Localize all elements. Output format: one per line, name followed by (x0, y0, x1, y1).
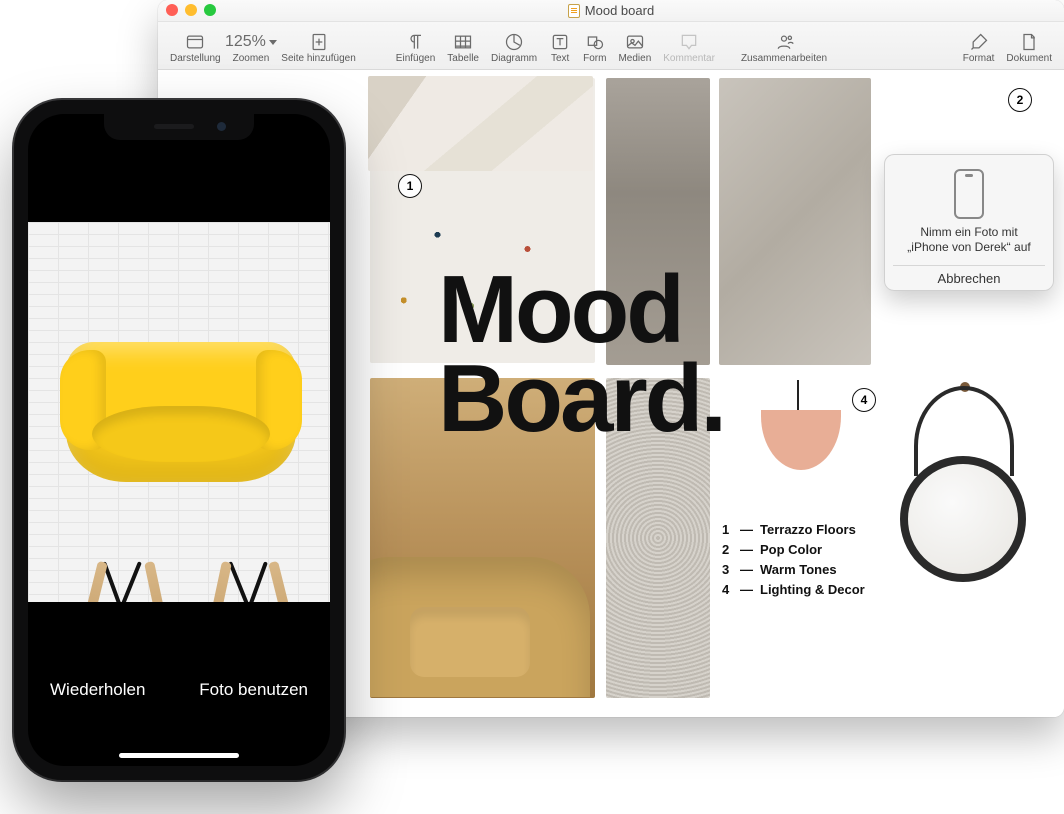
insert-button[interactable]: Einfügen (390, 29, 441, 67)
view-icon (184, 31, 206, 53)
marker-4[interactable]: 4 (852, 388, 876, 412)
add-page-icon (308, 31, 330, 53)
continuity-camera-popover: Nimm ein Foto mit „iPhone von Derek“ auf… (884, 154, 1054, 291)
traffic-lights (166, 4, 216, 16)
comment-button: Kommentar (657, 29, 721, 67)
window-title-text: Mood board (585, 3, 654, 18)
illustration-pendant-lamp (733, 380, 863, 510)
document-heading[interactable]: Mood Board. (438, 265, 724, 444)
iphone-notch (104, 114, 254, 140)
legend-row: 1—Terrazzo Floors (722, 520, 865, 540)
home-indicator[interactable] (119, 753, 239, 758)
format-button[interactable]: Format (957, 29, 1001, 67)
retake-button[interactable]: Wiederholen (50, 680, 145, 700)
photo-sofa[interactable] (370, 497, 595, 697)
heading-line-2: Board. (438, 354, 724, 443)
photo-marble-slab[interactable] (368, 76, 593, 171)
window-title: Mood board (568, 3, 654, 18)
photo-concrete-light[interactable] (719, 78, 871, 365)
camera-preview[interactable] (28, 222, 330, 602)
text-icon (549, 31, 571, 53)
photo-yellow-chair (48, 292, 318, 602)
brush-icon (968, 31, 990, 53)
document-file-icon (568, 4, 580, 18)
add-page-button[interactable]: Seite hinzufügen (275, 29, 362, 67)
popover-message: Nimm ein Foto mit „iPhone von Derek“ auf (893, 225, 1045, 255)
camera-bottom-bar: Wiederholen Foto benutzen (28, 606, 330, 766)
minimize-icon[interactable] (185, 4, 197, 16)
comment-icon (678, 31, 700, 53)
table-button[interactable]: Tabelle (441, 29, 485, 67)
media-icon (624, 31, 646, 53)
document-button[interactable]: Dokument (1000, 29, 1058, 67)
toolbar: Darstellung 125% Zoomen Seite hinzufügen… (158, 22, 1064, 70)
illustration-hanging-mirror (892, 380, 1037, 610)
shape-icon (584, 31, 606, 53)
marker-1[interactable]: 1 (398, 174, 422, 198)
iphone-device: Wiederholen Foto benutzen (14, 100, 344, 780)
paragraph-icon (405, 31, 427, 53)
legend-row: 3—Warm Tones (722, 560, 865, 580)
close-icon[interactable] (166, 4, 178, 16)
iphone-screen: Wiederholen Foto benutzen (28, 114, 330, 766)
collab-icon (773, 31, 795, 53)
shape-button[interactable]: Form (577, 29, 612, 67)
titlebar: Mood board (158, 0, 1064, 22)
text-button[interactable]: Text (543, 29, 577, 67)
view-button[interactable]: Darstellung (164, 29, 227, 67)
popover-cancel-button[interactable]: Abbrechen (893, 265, 1045, 286)
media-button[interactable]: Medien (612, 29, 657, 67)
use-photo-button[interactable]: Foto benutzen (199, 680, 308, 700)
pie-chart-icon (503, 31, 525, 53)
table-icon (452, 31, 474, 53)
marker-2[interactable]: 2 (1008, 88, 1032, 112)
collab-button[interactable]: Zusammenarbeiten (735, 29, 833, 67)
legend-row: 2—Pop Color (722, 540, 865, 560)
phone-outline-icon (954, 169, 984, 219)
zoom-button[interactable]: 125% Zoomen (227, 29, 276, 67)
legend-row: 4—Lighting & Decor (722, 580, 865, 600)
chart-button[interactable]: Diagramm (485, 29, 543, 67)
document-icon (1018, 31, 1040, 53)
legend-list: 1—Terrazzo Floors 2—Pop Color 3—Warm Ton… (722, 520, 865, 600)
zoom-value: 125% (240, 31, 262, 53)
heading-line-1: Mood (438, 265, 724, 354)
fullscreen-icon[interactable] (204, 4, 216, 16)
